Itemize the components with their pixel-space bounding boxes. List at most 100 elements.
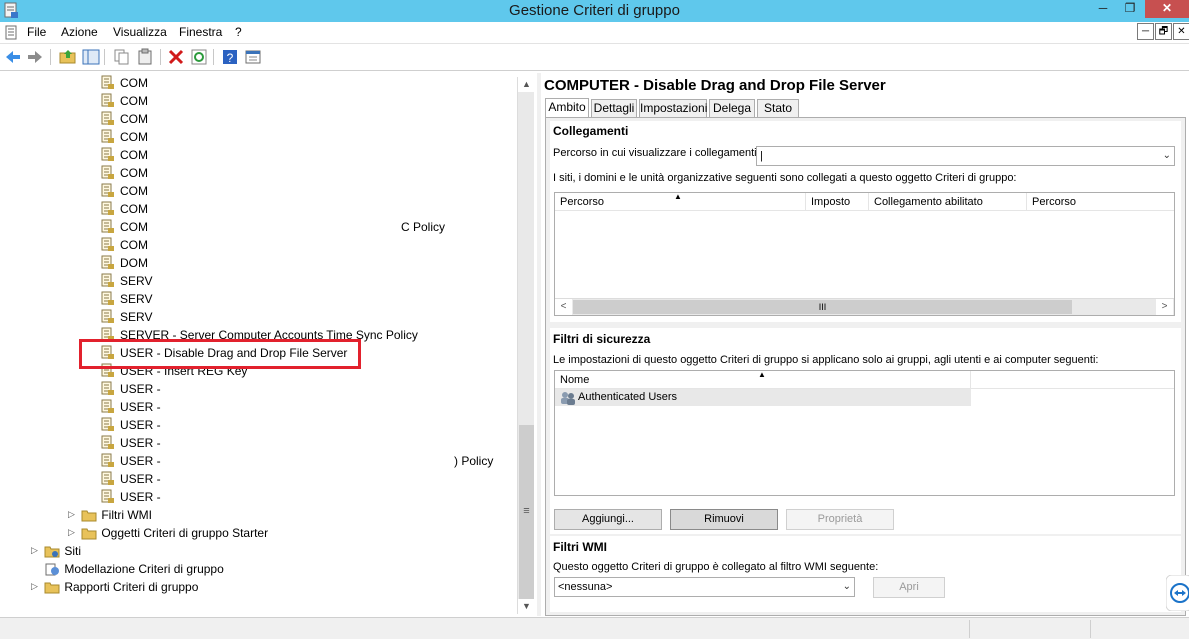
links-listview[interactable]: Percorso ▲ Imposto Collegamento abilitat… (554, 192, 1175, 316)
expand-icon[interactable]: ▷ (31, 581, 41, 592)
gpo-icon (101, 183, 114, 198)
tree-item-gpo[interactable]: USER - (101, 399, 161, 417)
tree-item-gpo[interactable]: USER - (101, 489, 161, 507)
maximize-button[interactable]: ❐ (1117, 0, 1143, 18)
tree-item-gpo[interactable]: USER - (101, 471, 161, 489)
gpo-icon (101, 75, 114, 90)
add-button[interactable]: Aggiungi... (554, 509, 662, 530)
tab-delega[interactable]: Delega (709, 99, 755, 118)
back-arrow-icon[interactable] (4, 48, 22, 66)
gpo-icon (101, 165, 114, 180)
child-restore-button[interactable]: 🗗 (1155, 23, 1172, 40)
tab-dettagli[interactable]: Dettagli (591, 99, 637, 118)
tree-item-gpo[interactable]: COM (101, 183, 148, 201)
scroll-thumb[interactable]: ≡ (519, 425, 534, 599)
expand-icon[interactable]: ▷ (68, 509, 78, 520)
properties-icon[interactable] (244, 48, 262, 66)
help-icon[interactable]: ? (221, 48, 239, 66)
tree-item-gpo[interactable]: USER - (101, 435, 161, 453)
refresh-icon[interactable] (190, 48, 208, 66)
tree-item-label: USER - (120, 453, 161, 468)
gpo-icon (101, 471, 114, 486)
folder-icon (81, 528, 97, 540)
links-info-text: I siti, i domini e le unità organizzativ… (553, 172, 1017, 184)
wmi-filter-dropdown[interactable]: <nessuna> ⌄ (554, 577, 855, 597)
expand-icon[interactable]: ▷ (31, 545, 41, 556)
tab-impostazioni[interactable]: Impostazioni (639, 99, 707, 118)
links-horizontal-scrollbar[interactable]: < III > (555, 298, 1174, 315)
tree-item-label: SERV (120, 273, 153, 288)
copy-icon[interactable] (113, 48, 131, 66)
security-listview[interactable]: Nome ▲ Authenticated Users (554, 370, 1175, 496)
gpo-icon (101, 219, 114, 234)
expand-icon[interactable]: ▷ (68, 527, 78, 538)
column-collegamento-abilitato[interactable]: Collegamento abilitato (869, 193, 1027, 211)
menu-finestra[interactable]: Finestra (179, 25, 222, 39)
properties-button[interactable]: Proprietà (786, 509, 894, 530)
gpo-icon (101, 147, 114, 162)
tree-item-gpo[interactable]: COM (101, 165, 148, 183)
tree-item-gpo[interactable]: COM (101, 111, 148, 129)
open-button[interactable]: Apri (873, 577, 945, 598)
scroll-right-button[interactable]: > (1156, 299, 1173, 315)
tree-item-gpo[interactable]: COM (101, 147, 148, 165)
status-cell (969, 620, 1089, 638)
show-hide-tree-icon[interactable] (82, 48, 100, 66)
remote-control-icon[interactable] (1166, 575, 1189, 611)
menu-bar: File Azione Visualizza Finestra ? (0, 22, 1189, 44)
tree-item-gpo[interactable]: SERV (101, 309, 152, 327)
document-icon[interactable] (5, 25, 19, 40)
delete-icon[interactable] (167, 48, 185, 66)
tree-item-siti[interactable]: ▷ Siti (31, 543, 81, 561)
list-item[interactable]: Authenticated Users (555, 389, 971, 406)
menu-help[interactable]: ? (235, 25, 242, 39)
scroll-thumb[interactable]: III (573, 300, 1072, 314)
tree-item-label: COM (120, 237, 148, 252)
tree-item-filtri-wmi[interactable]: ▷ Filtri WMI (68, 507, 152, 525)
tree-item-gpo[interactable]: USER - (101, 417, 161, 435)
scroll-up-button[interactable]: ▲ (518, 77, 535, 92)
security-filter-section: Filtri di sicurezza Le impostazioni di q… (550, 328, 1181, 534)
gpo-icon (101, 435, 114, 450)
child-close-button[interactable]: ✕ (1173, 23, 1189, 40)
menu-azione[interactable]: Azione (61, 25, 98, 39)
tree-item-gpo[interactable]: USER - (101, 381, 161, 399)
tree-vertical-scrollbar[interactable]: ▲ ≡ ▼ (517, 77, 535, 614)
tree-item-modellazione[interactable]: Modellazione Criteri di gruppo (31, 561, 224, 579)
remove-button[interactable]: Rimuovi (670, 509, 778, 530)
tree-item-gpo[interactable]: COM (101, 75, 148, 93)
tree-item-oggetti-starter[interactable]: ▷ Oggetti Criteri di gruppo Starter (68, 525, 268, 543)
wmi-info-text: Questo oggetto Criteri di gruppo è colle… (553, 561, 879, 573)
tab-stato[interactable]: Stato (757, 99, 799, 118)
users-group-icon (561, 392, 575, 405)
tree-item-label: COM (120, 219, 148, 234)
forward-arrow-icon[interactable] (26, 48, 44, 66)
links-path-dropdown[interactable]: | ⌄ (756, 146, 1175, 166)
column-percorso-2[interactable]: Percorso (1027, 193, 1174, 211)
minimize-button[interactable]: ─ (1090, 0, 1116, 18)
tree-item-gpo[interactable]: SERV (101, 273, 152, 291)
menu-file[interactable]: File (27, 25, 46, 39)
links-section: Collegamenti Percorso in cui visualizzar… (550, 121, 1181, 322)
tree-item-gpo[interactable]: COM (101, 129, 148, 147)
menu-visualizza[interactable]: Visualizza (113, 25, 167, 39)
tree-item-gpo[interactable]: COM (101, 93, 148, 111)
tree-item-gpo[interactable]: COM (101, 237, 148, 255)
column-imposto[interactable]: Imposto (806, 193, 869, 211)
tree-item-gpo[interactable]: USER - (101, 453, 161, 471)
scroll-left-button[interactable]: < (555, 299, 572, 315)
gpo-icon (101, 381, 114, 396)
wmi-heading: Filtri WMI (553, 540, 607, 554)
close-button[interactable]: ✕ (1145, 0, 1189, 18)
tree-item-gpo[interactable]: COM (101, 219, 148, 237)
tree-item-rapporti[interactable]: ▷ Rapporti Criteri di gruppo (31, 579, 198, 597)
tree-item-gpo[interactable]: DOM (101, 255, 148, 273)
tab-ambito[interactable]: Ambito (545, 98, 589, 119)
paste-icon[interactable] (136, 48, 154, 66)
tree-item-gpo[interactable]: COM (101, 201, 148, 219)
child-minimize-button[interactable]: ─ (1137, 23, 1154, 40)
tree-item-label: COM (120, 165, 148, 180)
tree-item-gpo[interactable]: SERV (101, 291, 152, 309)
up-folder-icon[interactable] (59, 48, 77, 66)
scroll-down-button[interactable]: ▼ (518, 599, 535, 614)
